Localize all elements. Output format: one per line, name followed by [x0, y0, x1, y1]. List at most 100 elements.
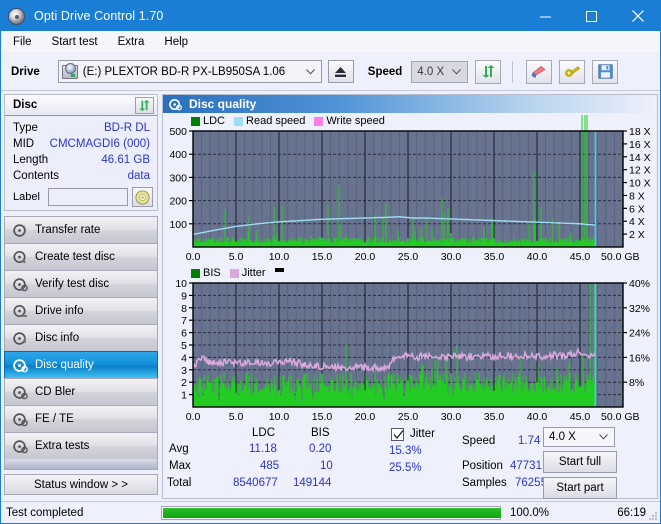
legend-swatch-ldc [191, 116, 200, 126]
sidebar-item-verify-test-disc[interactable]: Verify test disc [4, 270, 158, 297]
sidebar-item-cd-bler[interactable]: CD Bler [4, 378, 158, 405]
bitsetting-button[interactable] [559, 59, 586, 84]
svg-text:4: 4 [181, 352, 187, 364]
svg-text:45.0: 45.0 [570, 251, 591, 263]
svg-text:10.0: 10.0 [269, 411, 290, 423]
status-window-button[interactable]: Status window > > [4, 474, 158, 495]
page-title: Disc quality [189, 97, 257, 111]
disc-label-button[interactable] [131, 187, 153, 207]
disc-create-icon [13, 250, 28, 265]
sidebar-item-label: Drive info [35, 305, 84, 317]
menu-item-file[interactable]: File [9, 34, 41, 50]
svg-text:6: 6 [181, 328, 187, 340]
jitter-max-value: 25.5% [389, 462, 422, 474]
svg-text:5.0: 5.0 [229, 411, 244, 423]
svg-text:5.0: 5.0 [229, 251, 244, 263]
sidebar-item-label: Extra tests [35, 440, 90, 452]
svg-text:10: 10 [175, 278, 187, 290]
top-chart-legend: LDC Read speed Write speed [191, 115, 394, 127]
left-sidebar: Disc Type BD-R DL MID CMCMAGDI6 (000) Le… [4, 94, 158, 499]
sidebar-item-label: Disc info [35, 332, 80, 344]
chevron-down-icon [452, 66, 462, 78]
legend-swatch-bis [191, 268, 200, 278]
minimize-icon[interactable] [523, 1, 568, 31]
speed-label: Speed [367, 65, 403, 78]
sidebar-item-drive-info[interactable]: Drive info [4, 297, 158, 324]
disc-bler-icon [13, 385, 28, 400]
disc-quality-panel: Disc quality LDC Read speed Write speed … [162, 94, 658, 499]
resize-grip-icon[interactable] [648, 511, 658, 521]
chevron-down-icon [599, 431, 608, 443]
jitter-avg-value: 15.3% [389, 445, 422, 457]
erase-button[interactable] [526, 59, 553, 84]
sidebar-item-extra-tests[interactable]: Extra tests [4, 432, 158, 459]
disc-verify-icon [13, 277, 28, 292]
test-speed-select[interactable]: 4.0 X [543, 427, 615, 447]
check-icon [393, 430, 404, 440]
refresh-button[interactable] [475, 59, 502, 84]
stats-row-label-total: Total [167, 477, 192, 489]
svg-text:20.0: 20.0 [355, 251, 376, 263]
disc-transfer-icon [13, 223, 28, 238]
svg-text:200: 200 [169, 196, 187, 208]
test-speed-select-value: 4.0 X [549, 431, 576, 443]
sidebar-item-disc-quality[interactable]: Disc quality [4, 351, 158, 378]
stats-max-bis: 10 [320, 460, 333, 472]
legend-label-jitter: Jitter [241, 267, 266, 279]
menu-item-help[interactable]: Help [160, 34, 197, 50]
disc-row-contents-key: Contents [13, 170, 60, 182]
samples-stat-label: Samples [462, 477, 507, 489]
disc-row-type-value: BD-R DL [103, 122, 150, 134]
eject-button[interactable] [327, 60, 354, 83]
sidebar-item-label: CD Bler [35, 386, 76, 398]
sidebar-item-fe-te[interactable]: FE / TE [4, 405, 158, 432]
save-button[interactable] [592, 59, 619, 84]
legend-label-write-speed: Write speed [326, 115, 385, 127]
stats-row-label-avg: Avg [169, 443, 189, 455]
disc-fete-icon [13, 412, 28, 427]
bis-jitter-chart: BIS Jitter 1 2 3 4 5 6 7 8 9 10 8% 16% 24% 32% 40% 0.0 5… [163, 267, 659, 427]
sidebar-item-label: Transfer rate [35, 224, 101, 236]
sidebar-item-disc-info[interactable]: Disc info [4, 324, 158, 351]
svg-text:50.0 GB: 50.0 GB [601, 251, 640, 263]
bitsetting-icon [565, 66, 580, 77]
status-bar: Test completed 100.0% 66:19 [1, 501, 660, 523]
disc-row-length-key: Length [13, 154, 49, 166]
nav-list: Transfer rate Create test disc Verify te… [4, 216, 158, 470]
start-part-button[interactable]: Start part [543, 477, 617, 499]
start-full-button[interactable]: Start full [543, 451, 617, 473]
disc-row-type: Type BD-R DL [5, 120, 157, 136]
drive-select[interactable]: (E:) PLEXTOR BD-R PX-LB950SA 1.06 [57, 60, 322, 83]
svg-text:8: 8 [181, 303, 187, 315]
speed-select[interactable]: 4.0 X [411, 60, 469, 83]
svg-text:20.0: 20.0 [355, 411, 376, 423]
statistics-panel: LDC BIS Avg 11.18 0.20 Max 485 10 Total … [163, 427, 659, 499]
speed-stat-label: Speed [462, 435, 496, 447]
legend-label-ldc: LDC [203, 115, 226, 127]
menu-item-start-test[interactable]: Start test [48, 34, 107, 50]
svg-text:0.0: 0.0 [186, 251, 201, 263]
sidebar-item-create-test-disc[interactable]: Create test disc [4, 243, 158, 270]
svg-text:25.0: 25.0 [398, 411, 419, 423]
svg-text:2 X: 2 X [629, 229, 645, 241]
svg-text:50.0 GB: 50.0 GB [601, 411, 640, 423]
svg-text:12 X: 12 X [629, 165, 651, 177]
disc-refresh-button[interactable] [135, 97, 154, 114]
bis-jitter-chart-canvas: 12345678910 8% 16% 24% 32% 40% 0.0 5.0 10.0 15.0 2… [175, 278, 650, 423]
svg-text:100: 100 [169, 219, 187, 231]
svg-text:300: 300 [169, 172, 187, 184]
close-icon[interactable] [615, 1, 660, 31]
svg-text:45.0: 45.0 [570, 411, 591, 423]
disc-label-input[interactable] [47, 188, 128, 206]
disc-row-mid: MID CMCMAGDI6 (000) [5, 136, 157, 152]
disc-quality-icon [169, 98, 182, 111]
disc-row-length: Length 46.61 GB [5, 152, 157, 168]
menu-item-extra[interactable]: Extra [114, 34, 154, 50]
disc-panel-title: Disc [13, 99, 38, 111]
maximize-icon[interactable] [569, 1, 614, 31]
jitter-checkbox[interactable] [391, 428, 404, 441]
progress-bar-fill [163, 507, 501, 518]
sidebar-item-transfer-rate[interactable]: Transfer rate [4, 216, 158, 243]
disc-row-type-key: Type [13, 122, 38, 134]
svg-text:4 X: 4 X [629, 216, 645, 228]
